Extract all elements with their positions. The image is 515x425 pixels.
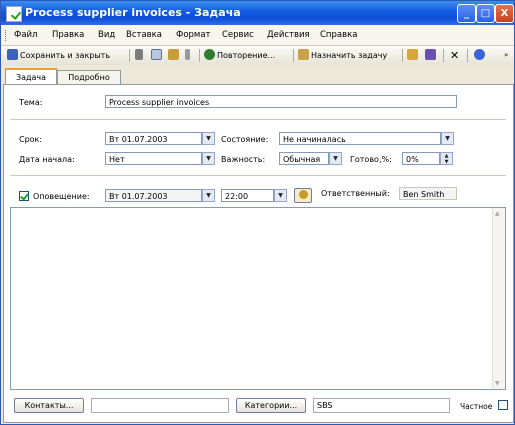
reminder-sound-button[interactable] (294, 188, 312, 203)
window-title: Process supplier invoices - Задача (25, 6, 241, 19)
due-date-dropdown[interactable]: ▼ (202, 132, 215, 145)
speaker-icon (298, 190, 308, 199)
reminder-time-dropdown[interactable]: ▼ (274, 189, 287, 202)
menu-insert[interactable]: Вставка (126, 30, 162, 40)
mark-complete-button[interactable] (407, 49, 420, 62)
categories-input[interactable]: SBS (313, 398, 450, 413)
percent-complete-input[interactable]: 0% (402, 152, 440, 165)
status-dropdown[interactable]: ▼ (441, 132, 454, 145)
attach-button[interactable] (185, 49, 192, 62)
delete-button[interactable]: ✕ (450, 49, 459, 62)
start-date-input[interactable]: Нет (105, 152, 202, 165)
toolbar-separator (129, 49, 130, 62)
private-checkbox[interactable] (498, 400, 508, 410)
due-date-label: Срок: (19, 135, 43, 144)
menu-tools[interactable]: Сервис (222, 30, 254, 40)
owner-field: Ben Smith (399, 187, 457, 200)
toolbar-overflow-button[interactable]: » (504, 49, 508, 62)
task-icon (6, 6, 22, 22)
reminder-time-input[interactable]: 22:00 (221, 189, 274, 202)
start-date-dropdown[interactable]: ▼ (202, 152, 215, 165)
toolbar: Сохранить и закрыть Повторение... Назнач… (1, 46, 514, 66)
divider (10, 175, 506, 176)
maximize-button[interactable]: □ (476, 4, 495, 23)
priority-select[interactable]: Обычная (279, 152, 329, 165)
title-bar: Process supplier invoices - Задача _ □ X (1, 1, 514, 25)
subject-input[interactable]: Process supplier invoices (105, 95, 457, 108)
paperclip-icon (185, 49, 190, 60)
recurrence-icon (204, 49, 215, 60)
priority-label: Важность: (221, 155, 266, 164)
reminder-label: Оповещение: (33, 192, 90, 201)
contacts-button[interactable]: Контакты... (14, 398, 84, 413)
close-button[interactable]: X (495, 4, 514, 23)
status-label: Состояние: (221, 135, 269, 144)
categories-button[interactable]: Категории... (236, 398, 306, 413)
divider (10, 119, 506, 120)
priority-dropdown[interactable]: ▼ (329, 152, 342, 165)
reminder-date-dropdown[interactable]: ▼ (202, 189, 215, 202)
task-window: Process supplier invoices - Задача _ □ X… (0, 0, 515, 425)
menu-grip[interactable] (5, 30, 8, 41)
paste-button[interactable] (168, 49, 181, 62)
menu-view[interactable]: Вид (98, 30, 115, 40)
reminder-checkbox[interactable] (19, 191, 29, 201)
recurrence-button[interactable]: Повторение... (204, 49, 275, 62)
menu-format[interactable]: Формат (176, 30, 211, 40)
menu-edit[interactable]: Правка (52, 30, 84, 40)
save-close-button[interactable]: Сохранить и закрыть (7, 49, 110, 62)
menu-help[interactable]: Справка (320, 30, 357, 40)
reminder-date-input[interactable]: Вт 01.07.2003 (105, 189, 202, 202)
private-label: Частное (460, 402, 493, 411)
menu-actions[interactable]: Действия (267, 30, 310, 40)
scissors-icon (135, 49, 143, 60)
owner-label: Ответственный: (321, 189, 390, 198)
toolbar-separator (199, 49, 200, 62)
copy-button[interactable] (151, 49, 164, 62)
save-icon (7, 49, 18, 60)
toolbar-separator (443, 49, 444, 62)
assign-task-button[interactable]: Назначить задачу (298, 49, 387, 62)
contacts-input[interactable] (91, 398, 229, 413)
recurrence-label: Повторение... (217, 51, 276, 60)
help-button[interactable] (474, 49, 487, 62)
paste-icon (168, 49, 179, 60)
assign-task-label: Назначить задачу (311, 51, 388, 60)
tab-strip: Задача Подробно (1, 65, 514, 86)
tab-details[interactable]: Подробно (57, 70, 121, 85)
flag-button[interactable] (425, 49, 438, 62)
percent-spinner[interactable]: ▲ ▼ (440, 152, 453, 165)
menu-bar: Файл Правка Вид Вставка Формат Сервис Де… (1, 25, 514, 46)
vertical-scrollbar[interactable]: ▲ ▼ (492, 208, 505, 389)
assign-task-icon (298, 49, 309, 60)
scroll-up-icon[interactable]: ▲ (495, 210, 500, 217)
toolbar-separator (402, 49, 403, 62)
scroll-down-icon[interactable]: ▼ (495, 380, 500, 387)
cut-button[interactable] (135, 49, 145, 62)
subject-label: Тема: (19, 98, 43, 107)
check-icon (20, 191, 29, 201)
start-date-label: Дата начала: (19, 155, 75, 164)
percent-complete-label: Готово,%: (350, 155, 392, 164)
toolbar-separator (293, 49, 294, 62)
status-select[interactable]: Не начиналась (279, 132, 441, 145)
task-form: Тема: Process supplier invoices Срок: Вт… (3, 84, 514, 423)
notes-textarea[interactable]: ▲ ▼ (10, 207, 506, 390)
copy-icon (151, 49, 162, 60)
due-date-input[interactable]: Вт 01.07.2003 (105, 132, 202, 145)
help-icon (474, 49, 485, 60)
flag-icon (425, 49, 436, 60)
save-close-label: Сохранить и закрыть (20, 51, 111, 60)
mark-complete-icon (407, 49, 418, 60)
toolbar-separator (467, 49, 468, 62)
minimize-button[interactable]: _ (457, 4, 476, 23)
menu-file[interactable]: Файл (14, 30, 37, 40)
